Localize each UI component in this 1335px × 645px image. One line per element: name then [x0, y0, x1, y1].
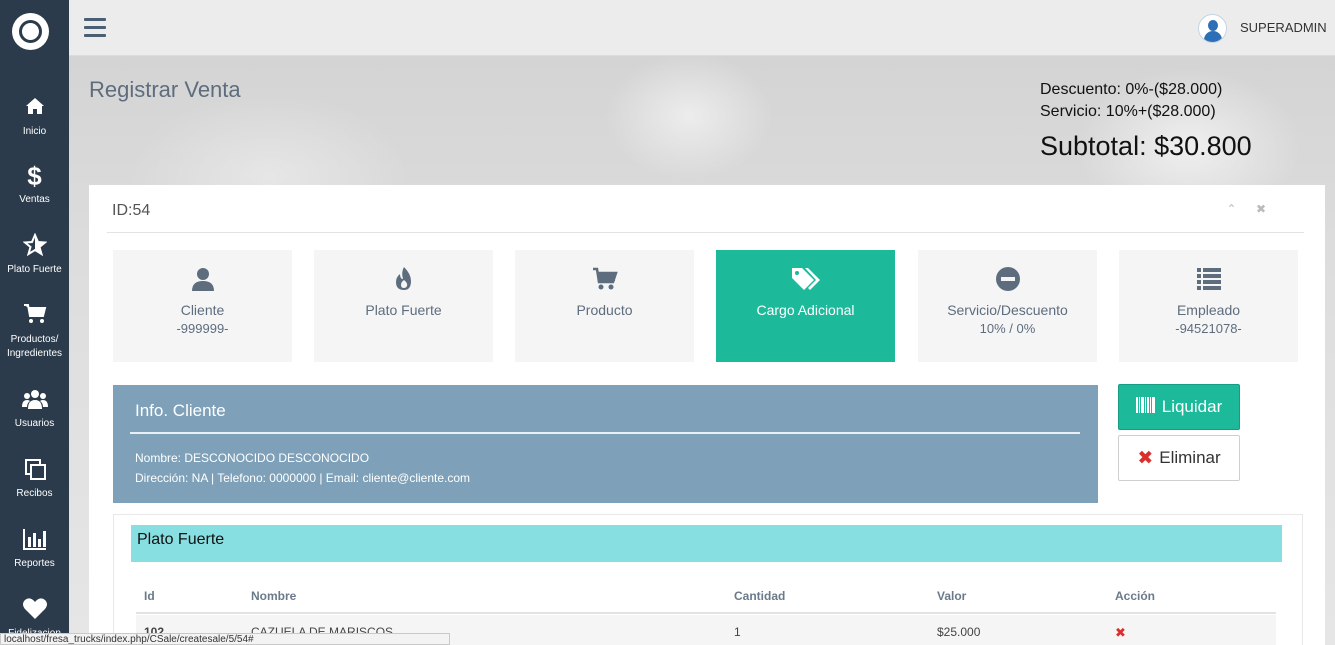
collapse-icon[interactable]: ⌃ [1227, 202, 1245, 216]
fire-icon [391, 266, 417, 292]
delete-icon: ✖ [1137, 447, 1154, 469]
liquidar-label: Liquidar [1161, 397, 1223, 416]
app-logo[interactable] [12, 13, 49, 50]
menu-toggle-icon[interactable] [84, 18, 106, 37]
cart-icon [0, 303, 69, 329]
user-avatar[interactable] [1198, 14, 1227, 43]
browser-status-bar: localhost/fresa_trucks/index.php/CSale/c… [0, 633, 450, 645]
close-icon[interactable]: ✖ [1256, 202, 1274, 216]
client-info-title: Info. Cliente [135, 401, 226, 420]
tags-icon [790, 266, 822, 292]
tile-plato-fuerte[interactable]: Plato Fuerte [314, 250, 493, 362]
home-icon [0, 95, 69, 121]
sidebar-item-label: Plato Fuerte [7, 264, 62, 275]
copy-icon [0, 457, 69, 483]
sidebar-item-productos[interactable]: Productos/ Ingredientes [0, 303, 69, 361]
tile-title: Plato Fuerte [365, 302, 442, 318]
heart-icon [0, 597, 69, 623]
sale-id: ID:54 [112, 202, 151, 219]
column-header-valor[interactable]: Valor [937, 589, 966, 603]
sidebar-item-recibos[interactable]: Recibos [0, 457, 69, 501]
topbar: SUPERADMIN [69, 0, 1335, 56]
tile-subtitle: -999999- [176, 321, 229, 336]
page-title: Registrar Venta [89, 77, 241, 102]
tile-cliente[interactable]: Cliente -999999- [113, 250, 292, 362]
tile-subtitle: 10% / 0% [979, 321, 1036, 336]
tile-subtitle: -94521078- [1175, 321, 1242, 336]
column-header-nombre[interactable]: Nombre [251, 589, 296, 603]
dollar-icon: $ [27, 161, 42, 191]
sidebar-item-label: Inicio [22, 126, 47, 137]
tile-title: Cliente [180, 302, 225, 318]
tile-title: Servicio/Descuento [947, 302, 1068, 318]
divider [130, 432, 1080, 434]
minus-circle-icon [995, 266, 1021, 292]
sidebar-item-label: Ventas [19, 194, 50, 205]
eliminar-button[interactable]: ✖ Eliminar [1118, 435, 1240, 481]
client-contact: Dirección: NA | Telefono: 0000000 | Emai… [135, 471, 471, 485]
sidebar-item-label: Reportes [14, 558, 55, 569]
client-name: Nombre: DESCONOCIDO DESCONOCIDO [135, 451, 370, 465]
tile-title: Producto [576, 302, 633, 318]
cell-cantidad: 1 [734, 625, 741, 639]
tile-title: Empleado [1176, 302, 1241, 318]
sidebar: Inicio $ Ventas Plato Fuerte Productos/ … [0, 0, 69, 645]
eliminar-label: Eliminar [1159, 448, 1221, 467]
tile-cargo-adicional[interactable]: Cargo Adicional [716, 250, 895, 362]
subtotal-text: Subtotal: $30.800 [1040, 131, 1252, 161]
sidebar-item-ventas[interactable]: $ Ventas [0, 163, 69, 207]
sidebar-item-inicio[interactable]: Inicio [0, 95, 69, 139]
tile-producto[interactable]: Producto [515, 250, 694, 362]
tile-empleado[interactable]: Empleado -94521078- [1119, 250, 1298, 362]
column-header-cantidad[interactable]: Cantidad [734, 589, 785, 603]
sidebar-item-plato-fuerte[interactable]: Plato Fuerte [0, 232, 69, 277]
sale-panel: ID:54 ⌃ ✖ Cliente -999999- Plato Fuerte … [89, 185, 1325, 645]
barcode-icon [1135, 396, 1156, 418]
section-title: Plato Fuerte [131, 525, 1282, 562]
sale-summary: Descuento: 0%-($28.000) Servicio: 10%+($… [1040, 79, 1252, 164]
users-icon [0, 387, 69, 413]
sidebar-item-reportes[interactable]: Reportes [0, 527, 69, 571]
discount-text: Descuento: 0%-($28.000) [1040, 81, 1223, 98]
column-header-accion[interactable]: Acción [1115, 589, 1155, 603]
cart-icon [592, 266, 618, 292]
tile-servicio-descuento[interactable]: Servicio/Descuento 10% / 0% [918, 250, 1097, 362]
list-icon [1196, 266, 1222, 292]
panel-header: ID:54 ⌃ ✖ [107, 185, 1304, 233]
star-icon [0, 232, 69, 259]
table-header-divider [136, 612, 1276, 614]
liquidar-button[interactable]: Liquidar [1118, 384, 1240, 430]
cell-valor: $25.000 [937, 625, 981, 639]
tile-title: Cargo Adicional [756, 302, 855, 318]
sidebar-item-usuarios[interactable]: Usuarios [0, 387, 69, 431]
client-info-box: Info. Cliente Nombre: DESCONOCIDO DESCON… [113, 385, 1098, 503]
sidebar-item-label: Usuarios [14, 418, 55, 429]
bar-chart-icon [0, 527, 69, 553]
column-header-id[interactable]: Id [144, 589, 155, 603]
sidebar-item-label: Recibos [16, 488, 53, 499]
sidebar-item-label: Productos/ Ingredientes [6, 334, 63, 359]
plato-fuerte-section: Plato Fuerte Id Nombre Cantidad Valor Ac… [113, 514, 1303, 645]
user-menu[interactable]: SUPERADMIN [1240, 20, 1327, 35]
remove-row-icon[interactable]: ✖ [1115, 625, 1126, 641]
user-icon [190, 266, 216, 292]
panel-tools: ⌃ ✖ [1227, 202, 1274, 216]
service-text: Servicio: 10%+($28.000) [1040, 103, 1216, 120]
